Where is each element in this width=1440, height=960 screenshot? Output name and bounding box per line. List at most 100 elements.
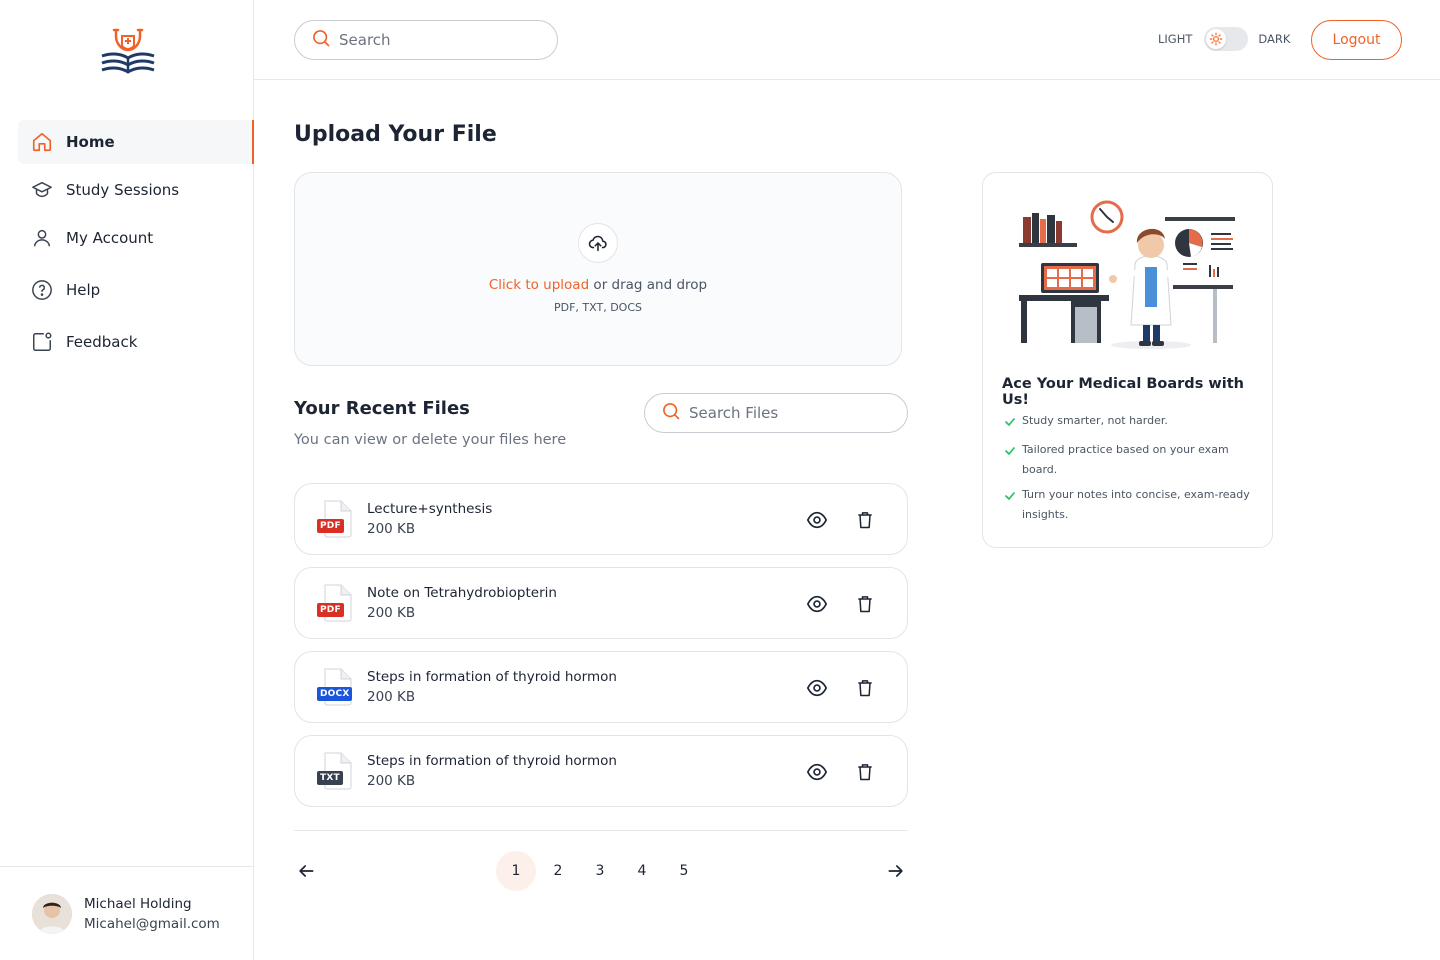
file-size: 200 KB bbox=[367, 773, 416, 789]
pagination: 1 2 3 4 5 bbox=[294, 851, 908, 891]
home-icon bbox=[30, 130, 54, 154]
drag-drop-text: or drag and drop bbox=[589, 277, 708, 293]
sidebar-item-feedback[interactable]: Feedback bbox=[18, 320, 254, 364]
search-icon bbox=[311, 28, 331, 52]
benefit-item: Study smarter, not harder. bbox=[1004, 411, 1254, 435]
view-icon[interactable] bbox=[805, 592, 829, 616]
page-numbers: 1 2 3 4 5 bbox=[496, 851, 706, 891]
sidebar-nav: Home Study Sessions My Account Help Feed… bbox=[18, 120, 254, 368]
file-type-badge: PDF bbox=[317, 603, 344, 617]
benefit-text: Turn your notes into concise, exam-ready… bbox=[1022, 488, 1250, 521]
theme-light-label: LIGHT bbox=[1158, 32, 1193, 46]
sun-icon bbox=[1206, 29, 1227, 49]
arrow-left-icon[interactable] bbox=[294, 859, 318, 883]
search-input[interactable] bbox=[339, 31, 539, 49]
recent-files-subtitle: You can view or delete your files here bbox=[294, 432, 567, 448]
user-profile[interactable]: Michael Holding Micahel@gmail.com bbox=[0, 866, 253, 960]
file-search-input[interactable] bbox=[689, 404, 889, 422]
sidebar-item-my-account[interactable]: My Account bbox=[18, 216, 254, 260]
page-button[interactable]: 2 bbox=[538, 851, 578, 891]
file-row[interactable]: PDF Lecture+synthesis 200 KB bbox=[294, 483, 908, 555]
profile-name: Michael Holding bbox=[84, 895, 192, 912]
user-icon bbox=[30, 226, 54, 250]
trash-icon[interactable] bbox=[853, 508, 877, 532]
theme-switcher: LIGHT DARK bbox=[1158, 27, 1290, 51]
check-icon bbox=[1004, 440, 1022, 480]
trash-icon[interactable] bbox=[853, 592, 877, 616]
file-type-badge: TXT bbox=[317, 771, 343, 785]
benefit-text: Study smarter, not harder. bbox=[1022, 414, 1168, 427]
benefit-text: Tailored practice based on your exam boa… bbox=[1022, 443, 1229, 476]
file-actions bbox=[781, 508, 877, 532]
file-actions bbox=[781, 592, 877, 616]
sidebar-item-study-sessions[interactable]: Study Sessions bbox=[18, 168, 254, 212]
page-button[interactable]: 1 bbox=[496, 851, 536, 891]
sidebar-item-label: Help bbox=[66, 281, 101, 299]
app-logo[interactable] bbox=[98, 26, 158, 78]
help-circle-icon bbox=[30, 278, 54, 302]
sidebar-item-help[interactable]: Help bbox=[18, 268, 254, 312]
upload-instructions: Click to upload or drag and drop bbox=[295, 277, 901, 293]
theme-toggle[interactable] bbox=[1204, 27, 1249, 51]
file-search[interactable] bbox=[644, 393, 908, 433]
file-row[interactable]: PDF Note on Tetrahydrobiopterin 200 KB bbox=[294, 567, 908, 639]
upload-file-types: PDF, TXT, DOCS bbox=[554, 301, 642, 314]
file-name: Note on Tetrahydrobiopterin bbox=[367, 585, 557, 601]
view-icon[interactable] bbox=[805, 508, 829, 532]
search-icon bbox=[661, 401, 681, 425]
doctor-illustration bbox=[1001, 195, 1257, 355]
promo-card: Ace Your Medical Boards with Us! Study s… bbox=[982, 172, 1273, 548]
sidebar-item-home[interactable]: Home bbox=[18, 120, 254, 164]
txt-file-icon: TXT bbox=[317, 752, 353, 790]
graduation-cap-icon bbox=[30, 178, 54, 202]
click-to-upload-link[interactable]: Click to upload bbox=[489, 277, 589, 293]
page-button[interactable]: 5 bbox=[664, 851, 704, 891]
check-icon bbox=[1004, 485, 1022, 525]
sidebar-item-label: My Account bbox=[66, 229, 154, 247]
file-size: 200 KB bbox=[367, 521, 416, 537]
upload-cloud-icon[interactable] bbox=[578, 223, 618, 263]
view-icon[interactable] bbox=[805, 760, 829, 784]
benefit-item: Tailored practice based on your exam boa… bbox=[1004, 440, 1254, 480]
file-row[interactable]: DOCX Steps in formation of thyroid hormo… bbox=[294, 651, 908, 723]
file-name: Lecture+synthesis bbox=[367, 501, 493, 517]
sidebar-item-label: Feedback bbox=[66, 333, 138, 351]
upload-dropzone[interactable]: Click to upload or drag and drop PDF, TX… bbox=[294, 172, 902, 366]
recent-files-title: Your Recent Files bbox=[294, 398, 470, 419]
sidebar: Home Study Sessions My Account Help Feed… bbox=[0, 0, 254, 960]
logo-icon bbox=[101, 28, 155, 74]
trash-icon[interactable] bbox=[853, 760, 877, 784]
theme-dark-label: DARK bbox=[1258, 32, 1291, 46]
docx-file-icon: DOCX bbox=[317, 668, 353, 706]
file-actions bbox=[781, 676, 877, 700]
trash-icon[interactable] bbox=[853, 676, 877, 700]
global-search[interactable] bbox=[294, 20, 558, 60]
file-row[interactable]: TXT Steps in formation of thyroid hormon… bbox=[294, 735, 908, 807]
file-size: 200 KB bbox=[367, 689, 416, 705]
file-name: Steps in formation of thyroid hormon bbox=[367, 753, 617, 769]
file-type-badge: DOCX bbox=[317, 687, 353, 701]
page-title: Upload Your File bbox=[294, 122, 497, 147]
page-button[interactable]: 4 bbox=[622, 851, 662, 891]
avatar bbox=[32, 893, 72, 934]
file-actions bbox=[781, 760, 877, 784]
promo-title: Ace Your Medical Boards with Us! bbox=[1002, 376, 1244, 408]
profile-email: Micahel@gmail.com bbox=[84, 915, 220, 932]
top-header: LIGHT DARK Logout bbox=[254, 0, 1440, 80]
page-button[interactable]: 3 bbox=[580, 851, 620, 891]
benefit-item: Turn your notes into concise, exam-ready… bbox=[1004, 485, 1254, 525]
file-type-badge: PDF bbox=[317, 519, 344, 533]
feedback-icon bbox=[30, 330, 54, 354]
arrow-right-icon[interactable] bbox=[884, 859, 908, 883]
promo-benefits: Study smarter, not harder. Tailored prac… bbox=[1004, 411, 1254, 530]
check-icon bbox=[1004, 411, 1022, 435]
sidebar-item-label: Study Sessions bbox=[66, 181, 180, 199]
file-name: Steps in formation of thyroid hormon bbox=[367, 669, 617, 685]
divider bbox=[294, 830, 908, 831]
view-icon[interactable] bbox=[805, 676, 829, 700]
logout-button[interactable]: Logout bbox=[1311, 20, 1402, 60]
sidebar-item-label: Home bbox=[66, 133, 115, 151]
pdf-file-icon: PDF bbox=[317, 584, 353, 622]
file-size: 200 KB bbox=[367, 605, 416, 621]
file-list: PDF Lecture+synthesis 200 KB PDF Note on… bbox=[294, 483, 908, 819]
